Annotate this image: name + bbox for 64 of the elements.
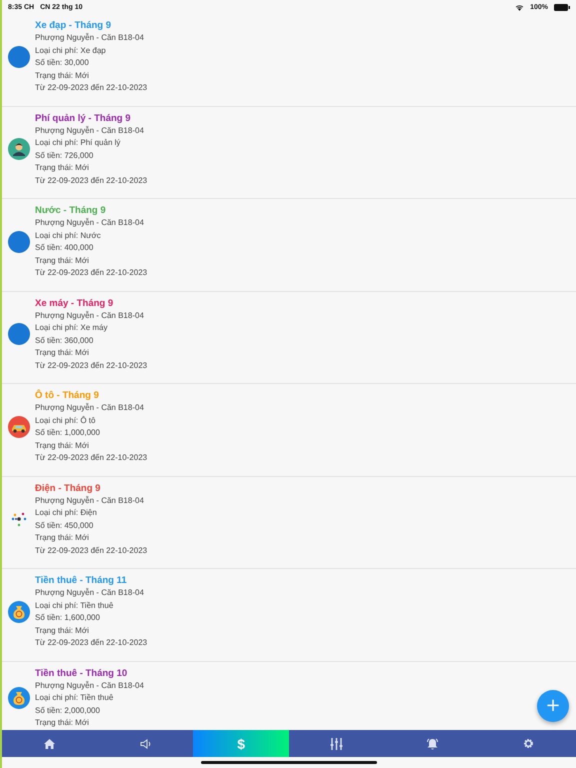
expense-status: Trạng thái: Mới — [35, 70, 89, 82]
bell-icon — [426, 738, 440, 750]
resident-unit: Phượng Nguyễn - Căn B18-04 — [35, 124, 144, 137]
dollar-label: $ — [237, 736, 246, 752]
circle-icon — [8, 230, 30, 253]
expense-status: Trạng thái: Mới — [35, 624, 89, 637]
expense-period: Từ 22-09-2023 đến 22-10-2023 — [35, 267, 148, 279]
settings-icon — [522, 738, 534, 749]
expense-type: Loại chi phí: Nước — [35, 230, 101, 242]
resident-unit: Phượng Nguyễn - Căn B18-04 — [35, 217, 144, 229]
expense-status: Trạng thái: Mới — [35, 347, 89, 359]
expense-period: Từ 22-09-2023 đến 22-10-2023 — [35, 82, 148, 94]
expense-type: Loại chi phí: Xe máy — [35, 322, 108, 334]
expense-type: Loại chi phí: Xe đạp — [35, 44, 106, 57]
resident-unit: Phượng Nguyễn - Căn B18-04 — [35, 680, 144, 692]
resident-unit: Phượng Nguyễn - Căn B18-04 — [35, 587, 144, 599]
expense-title[interactable]: Điện - Tháng 9 — [35, 482, 100, 494]
expense-status: Trạng thái: Mới — [35, 717, 89, 729]
expense-status: Trạng thái: Mới — [35, 254, 89, 267]
expense-status: Trạng thái: Mới — [35, 532, 89, 544]
expense-title[interactable]: Xe đạp - Tháng 9 — [35, 19, 112, 32]
expense-title[interactable]: Phí quản lý - Tháng 9 — [35, 112, 131, 124]
expense-title[interactable]: Xe máy - Tháng 9 — [35, 296, 114, 310]
resident-unit: Phượng Nguyễn - Căn B18-04 — [35, 494, 144, 507]
person-icon — [8, 138, 30, 160]
car-icon — [8, 416, 30, 438]
expense-period: Từ 22-09-2023 đến 22-10-2023 — [35, 174, 148, 186]
expense-amount: Số tiền: 400,000 — [35, 242, 94, 254]
sliders-icon — [330, 738, 344, 750]
circle-icon — [8, 46, 30, 68]
speaker-icon — [140, 738, 152, 748]
money-bag-icon — [8, 600, 30, 623]
expense-status: Trạng thái: Mới — [35, 162, 89, 174]
expense-title[interactable]: Tiền thuê - Tháng 10 — [35, 666, 128, 680]
expense-amount: Số tiền: 1,600,000 — [35, 612, 100, 624]
expense-type: Loại chi phí: Tiền thuê — [35, 600, 114, 612]
expense-period: Từ 22-09-2023 đến 22-10-2023 — [35, 360, 148, 372]
expense-type: Loại chi phí: Ô tô — [35, 414, 96, 427]
wifi-icon — [515, 4, 524, 10]
expense-title[interactable]: Ô tô - Tháng 9 — [35, 389, 99, 402]
expense-title[interactable]: Nước - Tháng 9 — [35, 204, 106, 217]
expense-amount: Số tiền: 360,000 — [35, 334, 94, 346]
expense-amount: Số tiền: 450,000 — [35, 520, 94, 532]
expense-amount: Số tiền: 726,000 — [35, 150, 94, 162]
add-button[interactable]: + — [537, 690, 569, 722]
expense-status: Trạng thái: Mới — [35, 440, 89, 452]
resident-unit: Phượng Nguyễn - Căn B18-04 — [35, 310, 144, 322]
battery-icon — [554, 4, 570, 10]
home-icon — [44, 738, 56, 748]
expense-amount: Số tiền: 30,000 — [35, 57, 89, 69]
expense-type: Loại chi phí: Điện — [35, 507, 97, 519]
expense-period: Từ 22-09-2023 đến 22-10-2023 — [35, 637, 148, 649]
expense-period: Từ 22-09-2023 đến 22-10-2023 — [35, 544, 148, 556]
money-bag-icon — [8, 687, 30, 709]
expense-amount: Số tiền: 2,000,000 — [35, 704, 100, 716]
expense-type: Loại chi phí: Phí quản lý — [35, 137, 120, 149]
expense-title[interactable]: Tiền thuê - Tháng 11 — [35, 574, 127, 587]
resident-unit: Phượng Nguyễn - Căn B18-04 — [35, 32, 144, 44]
nav-tab[interactable]: $ — [193, 730, 290, 757]
expense-period: Từ 22-09-2023 đến 22-10-2023 — [35, 452, 148, 464]
expense-amount: Số tiền: 1,000,000 — [35, 427, 100, 439]
resident-unit: Phượng Nguyễn - Căn B18-04 — [35, 402, 144, 414]
circle-icon — [8, 323, 30, 346]
expense-type: Loại chi phí: Tiền thuê — [35, 692, 114, 704]
